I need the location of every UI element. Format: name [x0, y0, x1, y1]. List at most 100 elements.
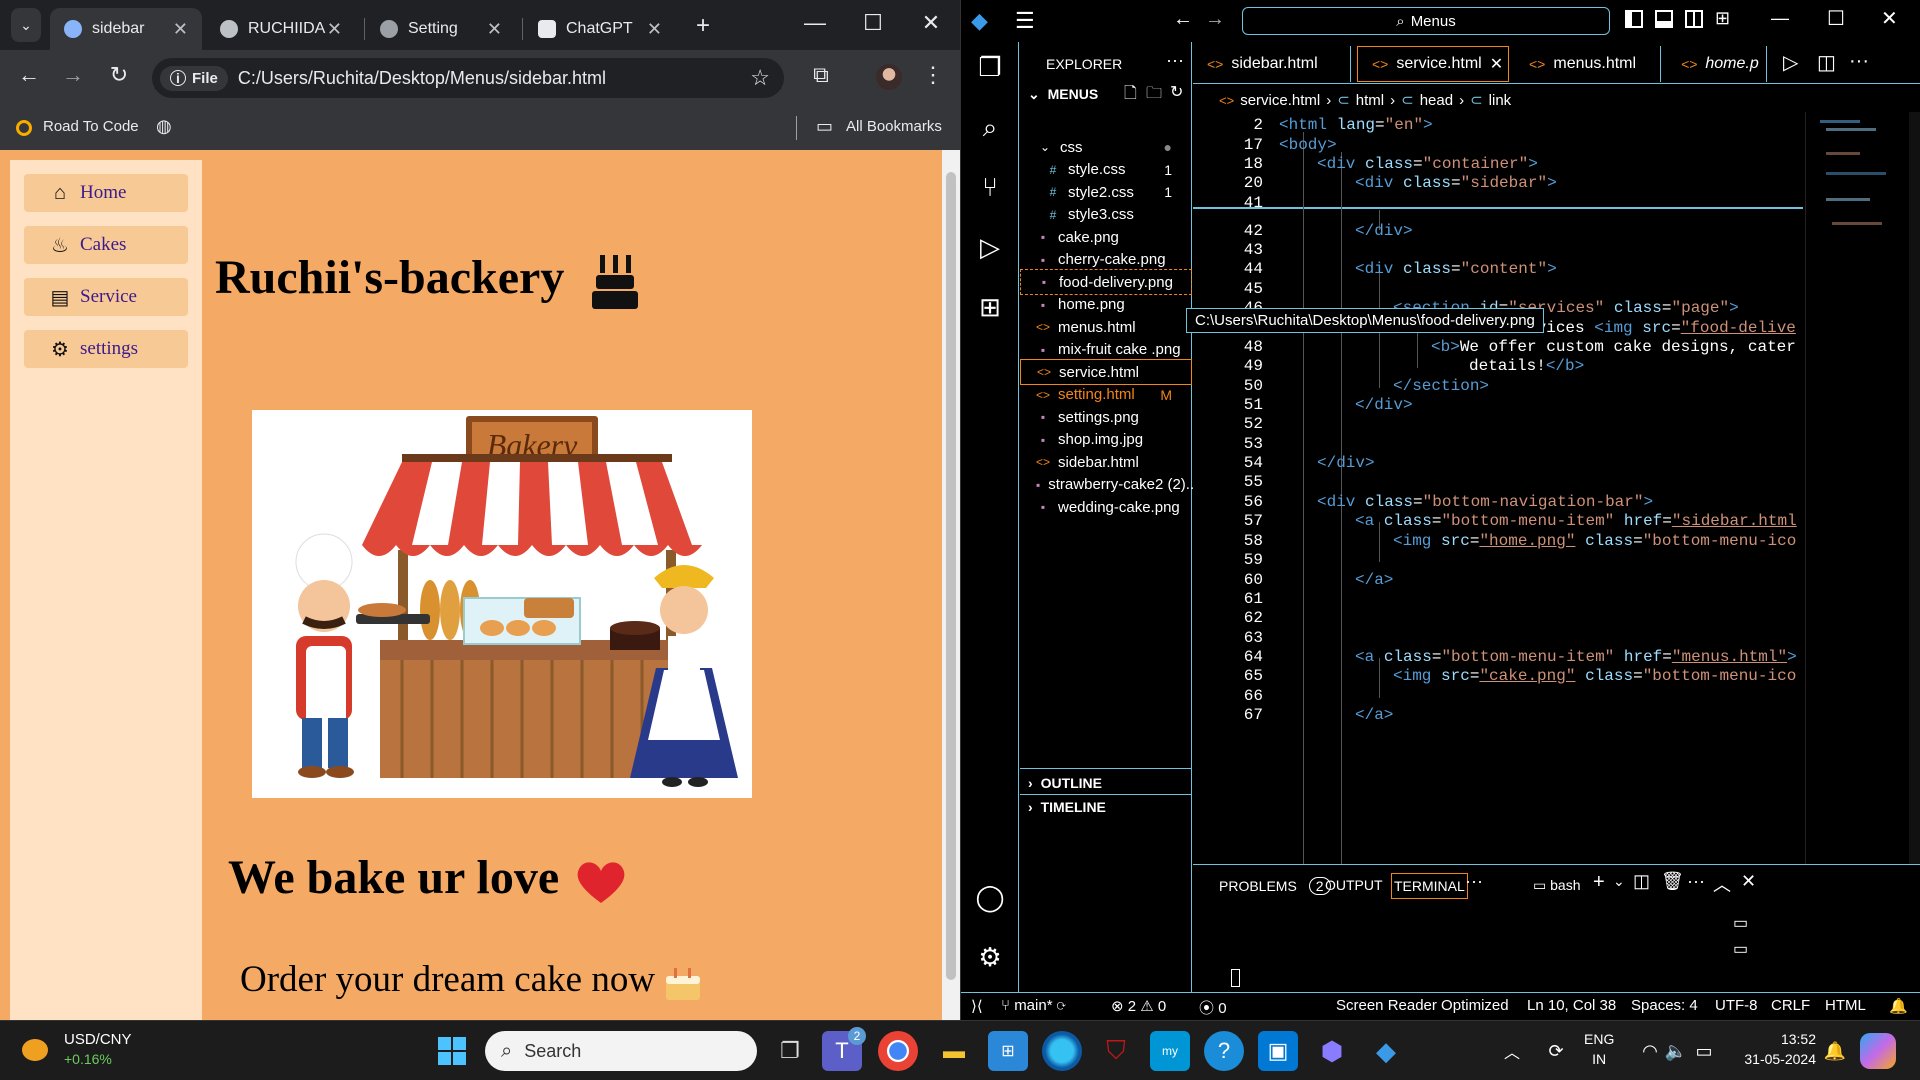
language-indicator[interactable]: ENG IN: [1584, 1029, 1614, 1069]
close-window-button[interactable]: ✕: [916, 10, 946, 36]
tab-output[interactable]: OUTPUT: [1325, 877, 1383, 893]
toggle-secondary-sidebar-icon[interactable]: [1685, 10, 1703, 28]
tab-sidebar-html[interactable]: <> sidebar.html: [1193, 46, 1351, 82]
bookmark-road-to-code[interactable]: Road To Code: [43, 118, 139, 135]
outline-section[interactable]: › OUTLINE: [1020, 768, 1192, 797]
chrome-icon[interactable]: [878, 1031, 918, 1071]
volume-icon[interactable]: 🔈: [1662, 1031, 1690, 1071]
toggle-panel-icon[interactable]: [1655, 10, 1673, 28]
task-view-icon[interactable]: ❐: [770, 1031, 810, 1071]
run-debug-icon[interactable]: ▷: [961, 232, 1019, 263]
myhp-icon[interactable]: my: [1150, 1031, 1190, 1071]
hamburger-menu-icon[interactable]: ☰: [1015, 8, 1035, 34]
account-icon[interactable]: ◯: [961, 882, 1019, 913]
maximize-button[interactable]: ☐: [1827, 6, 1845, 31]
tab-ruchiida[interactable]: RUCHIIDA ✕: [206, 8, 356, 50]
profile-avatar[interactable]: [876, 64, 902, 90]
bookmark-star-icon[interactable]: ☆: [750, 65, 770, 91]
search-icon[interactable]: ⌕: [961, 112, 1019, 144]
taskbar-search[interactable]: ⌕ Search: [485, 1031, 757, 1071]
wifi-icon[interactable]: ◠: [1636, 1031, 1664, 1071]
terminal-shell-selector[interactable]: ▭ bash: [1533, 877, 1580, 894]
tab-search-button[interactable]: ⌄: [11, 8, 41, 42]
split-editor-icon[interactable]: ◫: [1817, 50, 1836, 75]
close-icon[interactable]: ✕: [1490, 54, 1503, 74]
help-icon[interactable]: ?: [1204, 1031, 1244, 1071]
new-terminal-icon[interactable]: +: [1593, 871, 1605, 894]
more-actions-icon[interactable]: ···: [1687, 871, 1705, 892]
vscode-taskbar-icon[interactable]: ◆: [1366, 1031, 1406, 1071]
maximize-button[interactable]: ☐: [858, 10, 888, 36]
remote-icon[interactable]: ⟩⟨: [971, 997, 983, 1015]
sidebar-item-settings[interactable]: ⚙ settings: [24, 330, 188, 368]
file-item[interactable]: ▪ wedding-cake.png: [1020, 494, 1192, 520]
close-icon[interactable]: ✕: [487, 19, 502, 40]
nav-forward-icon[interactable]: →: [1205, 8, 1225, 31]
notifications-icon[interactable]: 🔔: [1889, 997, 1908, 1015]
ports-indicator[interactable]: ⦿ 0: [1199, 997, 1227, 1018]
tab-sidebar[interactable]: sidebar ✕: [50, 8, 202, 50]
end-of-line[interactable]: CRLF: [1771, 997, 1810, 1014]
maximize-panel-icon[interactable]: ︿: [1713, 871, 1731, 897]
command-center[interactable]: ⌕ Menus: [1242, 7, 1610, 35]
globe-icon[interactable]: ◍: [156, 116, 172, 137]
code-editor[interactable]: 2171820414243444546474849505152535455565…: [1193, 112, 1920, 864]
manage-gear-icon[interactable]: ⚙: [961, 942, 1019, 973]
menu-kebab-icon[interactable]: ⋮: [918, 62, 948, 88]
cursor-position[interactable]: Ln 10, Col 38: [1527, 997, 1616, 1014]
chevron-down-icon[interactable]: ⌄: [1613, 873, 1625, 890]
start-button[interactable]: [432, 1031, 472, 1071]
reload-icon[interactable]: ↻: [104, 62, 134, 88]
branch-indicator[interactable]: ⑂ main* ⟳: [1001, 997, 1066, 1014]
sidebar-item-cakes[interactable]: ♨ Cakes: [24, 226, 188, 264]
close-icon[interactable]: ✕: [647, 19, 662, 40]
sidebar-item-service[interactable]: ▤ Service: [24, 278, 188, 316]
tab-problems[interactable]: PROBLEMS 2: [1219, 877, 1331, 895]
file-scheme-chip[interactable]: i File: [160, 65, 228, 91]
tab-menus-html[interactable]: <> menus.html: [1515, 46, 1661, 82]
copilot-icon[interactable]: [1860, 1033, 1896, 1069]
minimize-button[interactable]: —: [800, 10, 830, 36]
tab-setting[interactable]: Setting ✕: [366, 8, 516, 50]
timeline-section[interactable]: › TIMELINE: [1020, 794, 1192, 819]
trash-icon[interactable]: 🗑: [1661, 871, 1684, 892]
indentation[interactable]: Spaces: 4: [1631, 997, 1698, 1014]
new-file-icon[interactable]: 🗋: [1124, 82, 1137, 109]
explorer-more-icon[interactable]: ···: [1166, 50, 1184, 71]
chevron-up-icon[interactable]: ︿: [1492, 1031, 1532, 1071]
sidebar-item-home[interactable]: ⌂ Home: [24, 174, 188, 212]
close-icon[interactable]: ✕: [173, 19, 188, 40]
tab-home-html[interactable]: <> home.p: [1667, 46, 1767, 82]
split-terminal-icon[interactable]: ◫: [1633, 871, 1650, 892]
extensions-icon[interactable]: ⊞: [961, 292, 1019, 323]
back-arrow-icon[interactable]: ←: [14, 62, 44, 88]
panel-more-icon[interactable]: ···: [1465, 871, 1483, 892]
editor-scrollbar[interactable]: [1909, 112, 1920, 864]
close-window-button[interactable]: ✕: [1881, 6, 1898, 31]
edge-icon[interactable]: [1042, 1031, 1082, 1071]
nav-back-icon[interactable]: ←: [1173, 8, 1193, 31]
folder-header[interactable]: ⌄ MENUS: [1028, 86, 1098, 103]
source-control-icon[interactable]: ⑂: [961, 172, 1019, 203]
terminal-list-icon[interactable]: ▭: [1733, 913, 1748, 933]
encoding[interactable]: UTF-8: [1715, 997, 1758, 1014]
sync-tray-icon[interactable]: ⟳: [1536, 1031, 1576, 1071]
copilot-app-icon[interactable]: ⬢: [1312, 1031, 1352, 1071]
battery-icon[interactable]: ▭: [1690, 1031, 1718, 1071]
extensions-icon[interactable]: ⧉: [806, 62, 836, 88]
clock[interactable]: 13:52 31-05-2024: [1736, 1029, 1816, 1069]
app-icon[interactable]: ▣: [1258, 1031, 1298, 1071]
file-explorer-icon[interactable]: ▬: [934, 1031, 974, 1071]
notification-bell-icon[interactable]: 🔔: [1820, 1031, 1850, 1071]
all-bookmarks-button[interactable]: All Bookmarks: [846, 118, 942, 135]
forward-arrow-icon[interactable]: →: [58, 62, 88, 88]
scrollbar-thumb[interactable]: [946, 172, 956, 980]
mcafee-icon[interactable]: ⛉: [1096, 1031, 1136, 1071]
more-actions-icon[interactable]: ···: [1849, 50, 1869, 73]
language-mode[interactable]: HTML: [1825, 997, 1866, 1014]
problems-indicator[interactable]: ⊗ 2 ⚠ 0: [1111, 997, 1166, 1015]
close-panel-icon[interactable]: ✕: [1741, 871, 1756, 892]
close-icon[interactable]: ✕: [327, 19, 342, 40]
explorer-icon[interactable]: ❐: [961, 52, 1019, 83]
new-folder-icon[interactable]: 🗀: [1146, 82, 1162, 109]
